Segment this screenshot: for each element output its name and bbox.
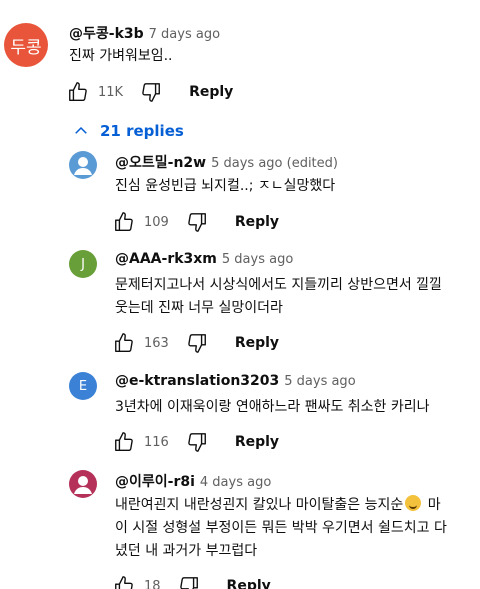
avatar[interactable]: J bbox=[69, 250, 97, 278]
comment-time[interactable]: 5 days ago bbox=[222, 252, 293, 267]
author-handle[interactable]: @두콩-k3b bbox=[69, 26, 144, 42]
author-handle[interactable]: @이루이-r8i bbox=[115, 474, 195, 490]
reply-text: 진심 윤성빈급 뇌지컬..; ㅈㄴ실망했다 bbox=[115, 178, 336, 194]
author-handle[interactable]: @AAA-rk3xm bbox=[115, 251, 217, 267]
reply-author: @e-ktranslation3203 5 days ago bbox=[115, 373, 356, 389]
dislike-button[interactable] bbox=[139, 80, 163, 104]
reply-author: @AAA-rk3xm 5 days ago bbox=[115, 251, 293, 267]
like-count: 109 bbox=[144, 214, 169, 230]
thumbs-down-icon bbox=[188, 334, 206, 353]
reply-text-line: 내란여괸지 내란성괸지 칼있나 마이탈출은 능지순 마 bbox=[115, 494, 441, 516]
like-button[interactable] bbox=[66, 80, 90, 104]
thumbs-up-icon bbox=[115, 212, 133, 231]
reply-author: @이루이-r8i 4 days ago bbox=[115, 471, 271, 491]
comment-time[interactable]: 4 days ago bbox=[200, 475, 271, 490]
reply-text-line: 이 시절 성형설 부정이든 뭐든 박박 우기면서 쉴드치고 다 bbox=[115, 520, 447, 536]
thumbs-up-icon bbox=[69, 82, 87, 101]
comment-actions: 11K Reply bbox=[66, 80, 233, 104]
reply-text-segment: 내란여괸지 내란성괸지 칼있나 마이탈출은 능지순 bbox=[115, 497, 404, 513]
avatar[interactable]: 두콩 bbox=[4, 23, 48, 67]
reply-actions: 163 Reply bbox=[112, 331, 279, 355]
reply-text-line: 녔던 내 과거가 부끄럽다 bbox=[115, 543, 258, 559]
like-count: 11K bbox=[98, 84, 124, 100]
reply-text: 3년차에 이재욱이랑 연애하느라 팬싸도 취소한 카리나 bbox=[115, 399, 430, 415]
reply-button[interactable]: Reply bbox=[235, 335, 279, 351]
thumbs-down-icon bbox=[188, 433, 206, 452]
chevron-up-icon bbox=[75, 126, 87, 134]
reply-text-segment: 마 bbox=[427, 497, 441, 513]
like-button[interactable] bbox=[112, 574, 136, 589]
avatar-text: E bbox=[78, 378, 88, 394]
avatar[interactable] bbox=[69, 470, 97, 498]
sweat-smile-emoji-icon bbox=[405, 495, 422, 511]
dislike-button[interactable] bbox=[177, 574, 201, 589]
default-avatar-icon bbox=[74, 157, 92, 175]
reply-text-line: 문제터지고나서 시상식에서도 지들끼리 상반으면서 낄낄 bbox=[115, 277, 442, 293]
avatar[interactable]: E bbox=[69, 372, 97, 400]
reply-actions: 18 Reply bbox=[112, 574, 271, 589]
thumbs-down-icon bbox=[188, 213, 206, 232]
like-button[interactable] bbox=[112, 210, 136, 234]
avatar-text: 두콩 bbox=[10, 37, 42, 58]
reply-button[interactable]: Reply bbox=[235, 434, 279, 450]
reply-button[interactable]: Reply bbox=[189, 84, 233, 100]
comment-time[interactable]: 5 days ago (edited) bbox=[211, 156, 338, 171]
thumbs-up-icon bbox=[115, 333, 133, 352]
reply-actions: 109 Reply bbox=[112, 210, 279, 234]
like-button[interactable] bbox=[112, 331, 136, 355]
default-avatar-icon bbox=[74, 476, 92, 494]
avatar[interactable] bbox=[69, 151, 97, 179]
replies-toggle-button[interactable]: 21 replies bbox=[72, 120, 184, 142]
like-count: 116 bbox=[144, 434, 169, 450]
comment-author: @두콩-k3b 7 days ago bbox=[69, 23, 220, 43]
comment-time[interactable]: 7 days ago bbox=[149, 27, 220, 42]
reply-button[interactable]: Reply bbox=[235, 214, 279, 230]
dislike-button[interactable] bbox=[185, 430, 209, 454]
author-handle[interactable]: @오트밀-n2w bbox=[115, 155, 206, 171]
dislike-button[interactable] bbox=[185, 331, 209, 355]
replies-count-label: 21 replies bbox=[100, 122, 184, 140]
like-button[interactable] bbox=[112, 430, 136, 454]
comment-time[interactable]: 5 days ago bbox=[284, 374, 355, 389]
thumbs-down-icon bbox=[142, 83, 161, 102]
like-count: 163 bbox=[144, 335, 169, 351]
like-count: 18 bbox=[144, 578, 161, 589]
author-handle[interactable]: @e-ktranslation3203 bbox=[115, 373, 279, 389]
comment-text: 진짜 가벼워보임.. bbox=[69, 48, 173, 64]
dislike-button[interactable] bbox=[185, 210, 209, 234]
thumbs-up-icon bbox=[115, 432, 133, 451]
reply-text-line: 웃는데 진짜 너무 실망이더라 bbox=[115, 300, 283, 316]
thumbs-down-icon bbox=[179, 577, 198, 589]
reply-actions: 116 Reply bbox=[112, 430, 279, 454]
avatar-text: J bbox=[81, 256, 85, 272]
thumbs-up-icon bbox=[115, 576, 133, 589]
reply-author: @오트밀-n2w 5 days ago (edited) bbox=[115, 152, 338, 172]
reply-button[interactable]: Reply bbox=[227, 578, 271, 589]
